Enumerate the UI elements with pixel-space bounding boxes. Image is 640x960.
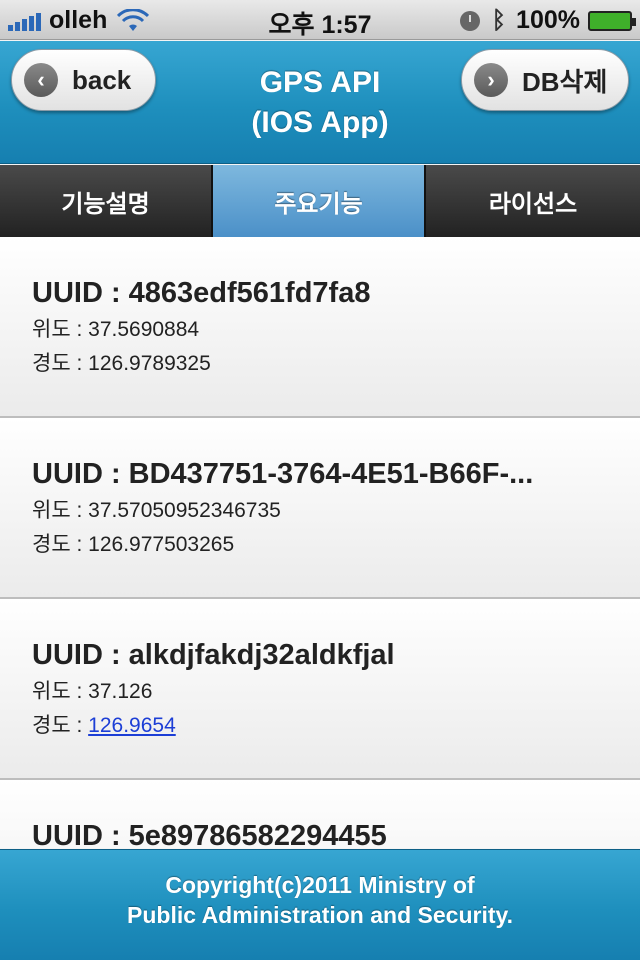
app-header: ‹ back GPS API (IOS App) › DB삭제 (0, 41, 640, 164)
list-item[interactable]: UUID : 5e89786582294455 (0, 780, 640, 848)
tab-main-features[interactable]: 주요기능 (213, 165, 426, 237)
chevron-left-icon: ‹ (24, 63, 58, 97)
status-right: ᛒ 100% (459, 6, 636, 35)
uuid-text: UUID : alkdjfakdj32aldkfjal (32, 639, 395, 671)
tab-bar: 기능설명 주요기능 라이선스 (0, 165, 640, 237)
uuid-text: UUID : BD437751-3764-4E51-B66F-... (32, 458, 534, 490)
chevron-right-icon: › (474, 63, 508, 97)
list-item[interactable]: UUID : alkdjfakdj32aldkfjal 위도 : 37.126 … (0, 599, 640, 780)
longitude-label: 경도 : (32, 714, 89, 737)
back-button-label: back (72, 64, 132, 95)
longitude-value: 126.9789325 (88, 352, 211, 375)
db-delete-button-label: DB삭제 (522, 66, 608, 97)
battery-percent: 100% (516, 6, 580, 34)
longitude-row: 경도 : 126.977503265 (32, 528, 608, 562)
db-delete-button[interactable]: › DB삭제 (461, 49, 629, 111)
bluetooth-icon: ᛒ (491, 6, 507, 34)
page-title-line2: (IOS App) (251, 106, 389, 139)
footer: Copyright(c)2011 Ministry of Public Admi… (0, 849, 640, 960)
list-item[interactable]: UUID : 4863edf561fd7fa8 위도 : 37.5690884 … (0, 237, 640, 418)
copyright-line1: Copyright(c)2011 Ministry of (165, 872, 475, 898)
longitude-label: 경도 : (32, 533, 89, 556)
longitude-row: 경도 : 126.9789325 (32, 347, 608, 381)
longitude-value: 126.977503265 (88, 533, 235, 556)
uuid-text: UUID : 5e89786582294455 (32, 820, 387, 848)
tab-license[interactable]: 라이선스 (426, 165, 640, 237)
copyright-line2: Public Administration and Security. (127, 902, 513, 928)
back-button[interactable]: ‹ back (11, 49, 156, 111)
uuid-list: UUID : 4863edf561fd7fa8 위도 : 37.5690884 … (0, 237, 640, 848)
battery-icon (588, 10, 636, 31)
page-title: GPS API (IOS App) (160, 63, 480, 143)
status-bar: olleh 오후 1:57 ᛒ 100% (0, 0, 640, 40)
latitude-text: 위도 : 37.5690884 (32, 318, 200, 341)
alarm-clock-icon (459, 10, 480, 31)
tab-feature-description[interactable]: 기능설명 (0, 165, 213, 237)
latitude-text: 위도 : 37.57050952346735 (32, 499, 281, 522)
list-item[interactable]: UUID : BD437751-3764-4E51-B66F-... 위도 : … (0, 418, 640, 599)
longitude-label: 경도 : (32, 352, 89, 375)
longitude-link[interactable]: 126.9654 (88, 714, 176, 737)
uuid-text: UUID : 4863edf561fd7fa8 (32, 277, 371, 309)
longitude-row: 경도 : 126.9654 (32, 709, 608, 743)
latitude-text: 위도 : 37.126 (32, 680, 153, 703)
page-title-line1: GPS API (259, 66, 381, 99)
